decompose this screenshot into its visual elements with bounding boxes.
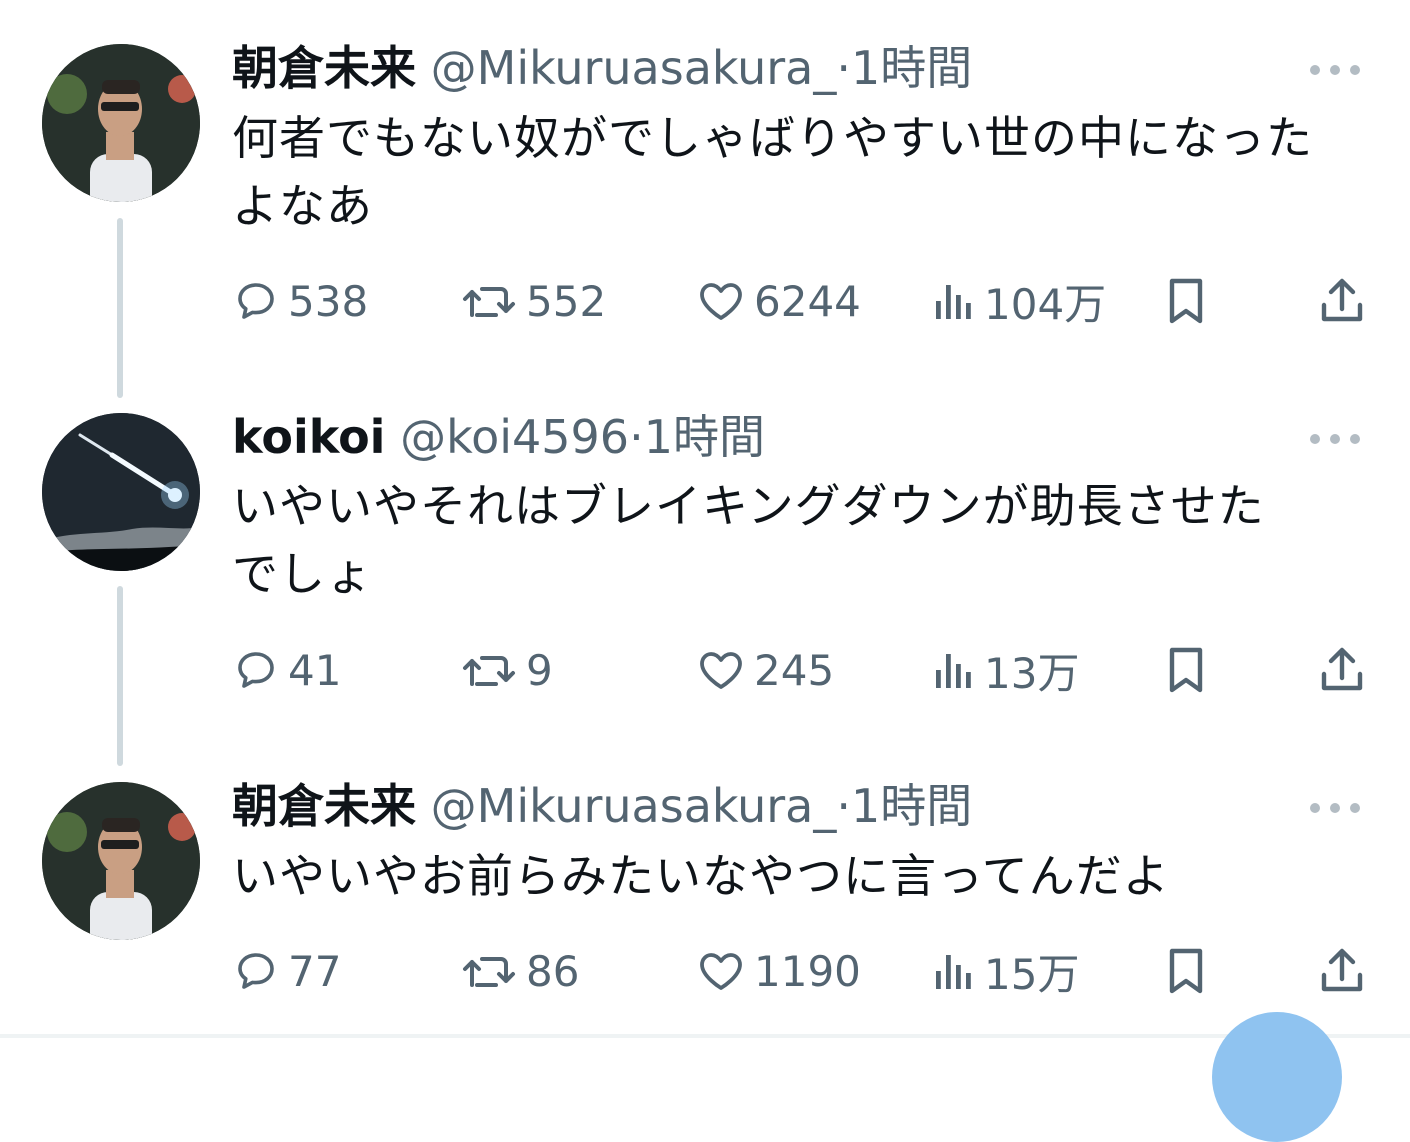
tweet[interactable]: 朝倉未来 @Mikuruasakura_·1時間 いやいやお前らみたいなやつに言…	[0, 760, 1410, 1030]
tweet-header: koikoi @koi4596·1時間	[232, 409, 765, 465]
like-count: 6244	[754, 276, 861, 326]
like-count: 245	[754, 645, 835, 695]
reply-button[interactable]: 41	[232, 642, 341, 698]
compose-button[interactable]	[1212, 1012, 1342, 1142]
bar-chart-icon	[936, 654, 971, 688]
avatar-meteor-image	[42, 413, 200, 571]
divider	[0, 1034, 1410, 1038]
bookmark-icon	[1169, 948, 1203, 994]
display-name[interactable]: 朝倉未来	[232, 41, 416, 95]
like-button[interactable]: 6244	[696, 273, 861, 329]
separator-dot: ·	[629, 410, 644, 464]
timestamp[interactable]: 1時間	[851, 41, 972, 95]
avatar-person-image	[42, 44, 200, 202]
retweet-count: 9	[526, 645, 553, 695]
retweet-button[interactable]: 9	[460, 642, 553, 698]
share-upload-icon	[1321, 948, 1363, 992]
tweet-actions: 77 86 1190 15万	[232, 943, 1382, 999]
timestamp[interactable]: 1時間	[644, 410, 765, 464]
heart-icon	[700, 652, 742, 689]
bar-chart-icon	[936, 955, 971, 989]
tweet-text: いやいやお前らみたいなやつに言ってんだよ	[232, 842, 1382, 910]
tweet-actions: 538 552 6244 104万	[232, 273, 1382, 329]
retweet-count: 552	[526, 276, 607, 326]
reply-count: 538	[288, 276, 369, 326]
reply-button[interactable]: 77	[232, 943, 341, 999]
tweet-text-line: でしょ	[232, 547, 373, 601]
share-upload-icon	[1321, 647, 1363, 691]
retweet-arrows-icon	[463, 287, 515, 317]
views-button[interactable]: 15万	[932, 943, 1079, 999]
view-count: 13万	[984, 648, 1080, 698]
avatar-person-image	[42, 782, 200, 940]
tweet-text-line: よなあ	[232, 179, 373, 233]
bookmark-button[interactable]	[1162, 273, 1210, 329]
display-name[interactable]: 朝倉未来	[232, 779, 416, 833]
retweet-button[interactable]: 552	[460, 273, 606, 329]
tweet[interactable]: 朝倉未来 @Mikuruasakura_·1時間 何者でもない奴がでしゃばりやす…	[0, 0, 1410, 380]
views-button[interactable]: 104万	[932, 273, 1106, 329]
speech-bubble-icon	[238, 953, 274, 989]
avatar[interactable]	[42, 413, 200, 571]
user-handle[interactable]: @Mikuruasakura_	[431, 779, 837, 833]
ellipsis-icon[interactable]	[1305, 798, 1365, 818]
bookmark-button[interactable]	[1162, 642, 1210, 698]
like-count: 1190	[754, 946, 861, 996]
tweet[interactable]: koikoi @koi4596·1時間 いやいやそれはブレイキングダウンが助長さ…	[0, 380, 1410, 760]
ellipsis-icon[interactable]	[1305, 60, 1365, 80]
share-button[interactable]	[1318, 642, 1366, 698]
avatar[interactable]	[42, 44, 200, 202]
reply-count: 41	[288, 645, 342, 695]
tweet-header: 朝倉未来 @Mikuruasakura_·1時間	[232, 778, 972, 834]
tweet-text: いやいやそれはブレイキングダウンが助長させた でしょ	[232, 472, 1382, 608]
retweet-button[interactable]: 86	[460, 943, 579, 999]
separator-dot: ·	[836, 41, 851, 95]
user-handle[interactable]: @Mikuruasakura_	[431, 41, 837, 95]
share-upload-icon	[1321, 278, 1363, 322]
view-count: 15万	[984, 949, 1080, 999]
timestamp[interactable]: 1時間	[851, 779, 972, 833]
tweet-text: 何者でもない奴がでしゃばりやすい世の中になった よなあ	[232, 104, 1382, 240]
display-name[interactable]: koikoi	[232, 410, 385, 464]
ellipsis-icon[interactable]	[1305, 429, 1365, 449]
reply-count: 77	[288, 946, 342, 996]
bookmark-icon	[1169, 278, 1203, 324]
tweet-text-line: いやいやお前らみたいなやつに言ってんだよ	[232, 849, 1170, 903]
tweet-header: 朝倉未来 @Mikuruasakura_·1時間	[232, 40, 972, 96]
bar-chart-icon	[936, 285, 971, 319]
retweet-count: 86	[526, 946, 580, 996]
speech-bubble-icon	[238, 652, 274, 688]
retweet-arrows-icon	[463, 656, 515, 686]
avatar[interactable]	[42, 782, 200, 940]
like-button[interactable]: 1190	[696, 943, 861, 999]
views-button[interactable]: 13万	[932, 642, 1079, 698]
retweet-arrows-icon	[463, 957, 515, 987]
bookmark-icon	[1169, 647, 1203, 693]
speech-bubble-icon	[238, 283, 274, 319]
reply-button[interactable]: 538	[232, 273, 368, 329]
like-button[interactable]: 245	[696, 642, 834, 698]
view-count: 104万	[984, 279, 1107, 329]
tweet-text-line: 何者でもない奴がでしゃばりやすい世の中になった	[232, 111, 1313, 165]
share-button[interactable]	[1318, 273, 1366, 329]
separator-dot: ·	[836, 779, 851, 833]
heart-icon	[700, 283, 742, 320]
share-button[interactable]	[1318, 943, 1366, 999]
heart-icon	[700, 953, 742, 990]
bookmark-button[interactable]	[1162, 943, 1210, 999]
tweet-actions: 41 9 245 13万	[232, 642, 1382, 698]
user-handle[interactable]: @koi4596	[400, 410, 629, 464]
tweet-text-line: いやいやそれはブレイキングダウンが助長させた	[232, 479, 1265, 533]
